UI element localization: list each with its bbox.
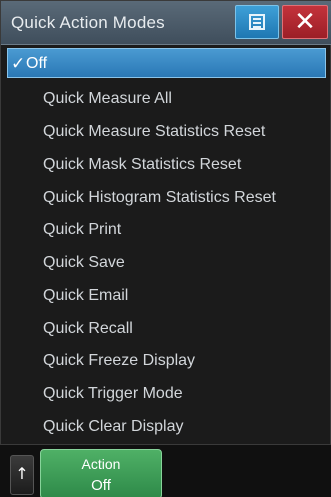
list-item-label: Quick Clear Display — [43, 418, 184, 435]
list-item-quick-recall[interactable]: Quick Recall — [7, 314, 326, 344]
list-icon — [249, 14, 265, 30]
quick-action-modes-dialog: Quick Action Modes ✕ ✓ Off Quick Measure… — [0, 0, 331, 445]
list-item-label: Quick Recall — [43, 320, 133, 337]
list-item-label: Quick Measure Statistics Reset — [43, 123, 266, 140]
list-item-quick-histogram-statistics-reset[interactable]: Quick Histogram Statistics Reset — [7, 183, 326, 213]
list-item-quick-email[interactable]: Quick Email — [7, 281, 326, 311]
list-item-quick-save[interactable]: Quick Save — [7, 248, 326, 278]
checkmark-icon: ✓ — [11, 54, 26, 74]
action-softkey-value: Off — [91, 477, 111, 494]
action-softkey[interactable]: Action Off — [40, 449, 162, 497]
list-item-label: Quick Print — [43, 221, 122, 238]
screen: Quick Action Modes ✕ ✓ Off Quick Measure… — [0, 0, 331, 497]
list-item-quick-freeze-display[interactable]: Quick Freeze Display — [7, 346, 326, 376]
list-item-quick-print[interactable]: Quick Print — [7, 215, 326, 245]
list-item-label: Quick Mask Statistics Reset — [43, 156, 242, 173]
menu-button[interactable] — [235, 5, 279, 39]
list-item-label: Off — [26, 55, 48, 72]
up-arrow-button[interactable]: ↑ — [10, 455, 34, 495]
close-button[interactable]: ✕ — [282, 5, 328, 39]
action-softkey-label: Action — [81, 456, 121, 472]
list-item-quick-clear-display[interactable]: Quick Clear Display — [7, 412, 326, 442]
list-item-label: Quick Freeze Display — [43, 352, 196, 369]
list-item-label: Quick Email — [43, 287, 129, 304]
list-item-quick-measure-statistics-reset[interactable]: Quick Measure Statistics Reset — [7, 117, 326, 147]
arrow-up-icon: ↑ — [15, 464, 29, 483]
list-item-off[interactable]: ✓ Off — [7, 48, 326, 78]
list-item-quick-mask-statistics-reset[interactable]: Quick Mask Statistics Reset — [7, 150, 326, 180]
bottom-softkey-bar: ↑ Action Off — [0, 445, 331, 497]
list-item-label: Quick Histogram Statistics Reset — [43, 189, 276, 206]
list-item-label: Quick Trigger Mode — [43, 385, 183, 402]
list-item-label: Quick Measure All — [43, 90, 172, 107]
list-item-label: Quick Save — [43, 254, 125, 271]
close-icon: ✕ — [294, 7, 316, 37]
list-item-quick-measure-all[interactable]: Quick Measure All — [7, 84, 326, 114]
dialog-titlebar: Quick Action Modes ✕ — [1, 1, 331, 45]
dialog-title: Quick Action Modes — [11, 13, 165, 32]
list-item-quick-trigger-mode[interactable]: Quick Trigger Mode — [7, 379, 326, 409]
